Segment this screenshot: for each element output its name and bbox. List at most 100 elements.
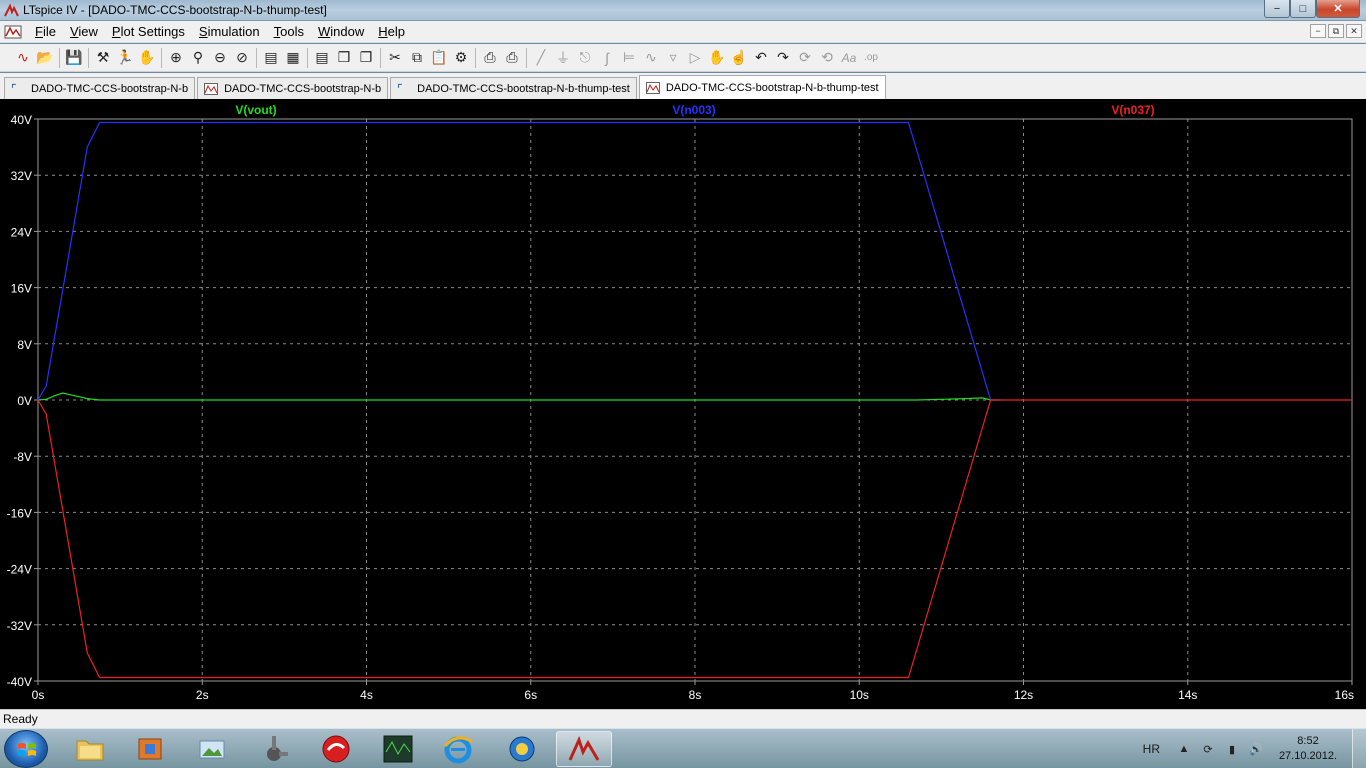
minimize-button[interactable]: − bbox=[1264, 0, 1290, 18]
app-taskbar-button-5[interactable] bbox=[370, 731, 426, 767]
halt-hand-icon[interactable]: ✋ bbox=[136, 47, 158, 69]
save-icon[interactable]: 💾 bbox=[63, 47, 85, 69]
print-preview-icon[interactable]: ⎙ bbox=[479, 47, 501, 69]
rotate-icon[interactable]: ⟳ bbox=[794, 47, 816, 69]
open-folder-icon[interactable]: 📂 bbox=[34, 47, 56, 69]
ltspice-icon bbox=[568, 735, 600, 761]
autorange-icon[interactable]: ▤ bbox=[260, 47, 282, 69]
app-taskbar-button-1[interactable] bbox=[122, 731, 178, 767]
volume-icon[interactable]: 🔊 bbox=[1248, 741, 1264, 757]
status-text: Ready bbox=[3, 712, 38, 726]
tab-label: DADO-TMC-CCS-bootstrap-N-b bbox=[224, 82, 382, 95]
app-taskbar-button-2[interactable] bbox=[184, 731, 240, 767]
undo-icon[interactable]: ↶ bbox=[750, 47, 772, 69]
tile-horizontal-icon[interactable]: ▤ bbox=[311, 47, 333, 69]
waveform-doc-icon[interactable] bbox=[4, 24, 22, 40]
mirror-icon[interactable]: ⟲ bbox=[816, 47, 838, 69]
y-tick-label: 40V bbox=[11, 113, 32, 127]
tab-schematic-1[interactable]: ⌜ DADO-TMC-CCS-bootstrap-N-b bbox=[4, 77, 196, 99]
label-icon[interactable]: ⎋ bbox=[574, 47, 596, 69]
cut-icon[interactable]: ✂ bbox=[384, 47, 406, 69]
tab-label: DADO-TMC-CCS-bootstrap-N-b-thump-test bbox=[417, 82, 630, 95]
close-button[interactable]: ✕ bbox=[1316, 0, 1360, 18]
move-hand-icon[interactable]: ✋ bbox=[706, 47, 728, 69]
tile-vertical-icon[interactable]: ❐ bbox=[355, 47, 377, 69]
toolbar-separator bbox=[256, 47, 257, 68]
start-button[interactable] bbox=[4, 730, 48, 768]
run-icon[interactable]: 🏃 bbox=[114, 47, 136, 69]
mdi-minimize-button[interactable]: − bbox=[1310, 24, 1326, 38]
x-tick-label: 0s bbox=[32, 688, 45, 702]
red-circle-app-icon bbox=[322, 735, 350, 763]
oscilloscope-icon bbox=[383, 735, 413, 763]
waveform-plot[interactable]: 40V 32V 24V 16V 8V 0V -8V -16V -24V -32V -40V 0s 2s 4… bbox=[0, 99, 1366, 709]
ground-icon[interactable]: ⏚ bbox=[552, 47, 574, 69]
app-taskbar-button-6[interactable] bbox=[494, 731, 550, 767]
app-taskbar-button-3[interactable] bbox=[246, 731, 302, 767]
show-desktop-button[interactable] bbox=[1352, 729, 1366, 768]
legend-label: V(n037) bbox=[1111, 103, 1154, 117]
mdi-close-button[interactable]: ✕ bbox=[1346, 24, 1362, 38]
y-tick-label: 0V bbox=[17, 394, 32, 408]
resistor-icon[interactable]: ∫ bbox=[596, 47, 618, 69]
zoom-out-icon[interactable]: ⊖ bbox=[209, 47, 231, 69]
new-schematic-icon[interactable]: ∿ bbox=[12, 47, 34, 69]
app-taskbar-button-4[interactable] bbox=[308, 731, 364, 767]
tab-waveform-2[interactable]: DADO-TMC-CCS-bootstrap-N-b-thump-test bbox=[638, 75, 886, 99]
y-tick-label: -24V bbox=[7, 563, 32, 577]
x-tick-label: 16s bbox=[1335, 688, 1354, 702]
paste-icon[interactable]: 📋 bbox=[428, 47, 450, 69]
ltspice-taskbar-button[interactable] bbox=[556, 731, 612, 767]
menu-window[interactable]: Window bbox=[311, 24, 371, 39]
menu-view[interactable]: View bbox=[63, 24, 105, 39]
maximize-button[interactable]: □ bbox=[1290, 0, 1316, 18]
inductor-icon[interactable]: ∿ bbox=[640, 47, 662, 69]
waveform-chart[interactable]: 40V 32V 24V 16V 8V 0V -8V -16V -24V -32V -40V0s 2s 4… bbox=[0, 99, 1366, 709]
show-hidden-icons-icon[interactable]: ▲ bbox=[1176, 741, 1192, 757]
language-indicator[interactable]: HR bbox=[1143, 742, 1160, 756]
menu-file[interactable]: File bbox=[28, 24, 63, 39]
y-tick-label: -16V bbox=[7, 506, 32, 520]
menu-tools[interactable]: Tools bbox=[267, 24, 311, 39]
cascade-icon[interactable]: ❒ bbox=[333, 47, 355, 69]
zoom-pan-icon[interactable]: ⚲ bbox=[187, 47, 209, 69]
print-icon[interactable]: ⎙ bbox=[501, 47, 523, 69]
zoom-fit-icon[interactable]: ⊘ bbox=[231, 47, 253, 69]
spice-directive-icon[interactable]: .op bbox=[860, 47, 882, 69]
system-tray: HR ▲ ⟳ ▮ 🔊 8:52 27.10.2012. bbox=[1143, 729, 1366, 768]
tab-schematic-2[interactable]: ⌜ DADO-TMC-CCS-bootstrap-N-b-thump-test bbox=[390, 77, 637, 99]
menu-help[interactable]: Help bbox=[371, 24, 412, 39]
explorer-taskbar-button[interactable] bbox=[62, 731, 118, 767]
drag-hand-icon[interactable]: ☝ bbox=[728, 47, 750, 69]
cursor-icon[interactable]: ▦ bbox=[282, 47, 304, 69]
diode-icon[interactable]: ▿ bbox=[662, 47, 684, 69]
wire-icon[interactable]: ╱ bbox=[530, 47, 552, 69]
sync-icon[interactable]: ⟳ bbox=[1200, 741, 1216, 757]
capacitor-icon[interactable]: ⊨ bbox=[618, 47, 640, 69]
component-icon[interactable]: ▷ bbox=[684, 47, 706, 69]
tab-waveform-1[interactable]: DADO-TMC-CCS-bootstrap-N-b bbox=[197, 77, 389, 99]
window-title: LTspice IV - [DADO-TMC-CCS-bootstrap-N-b… bbox=[23, 3, 327, 17]
window-titlebar[interactable]: LTspice IV - [DADO-TMC-CCS-bootstrap-N-b… bbox=[0, 0, 1366, 21]
status-bar: Ready bbox=[0, 709, 1366, 728]
zoom-in-icon[interactable]: ⊕ bbox=[165, 47, 187, 69]
package-icon bbox=[138, 738, 162, 760]
text-icon[interactable]: Aa bbox=[838, 47, 860, 69]
control-panel-icon[interactable]: ⚒ bbox=[92, 47, 114, 69]
find-icon[interactable]: ⚙ bbox=[450, 47, 472, 69]
clock[interactable]: 8:52 27.10.2012. bbox=[1272, 734, 1344, 764]
copy-icon[interactable]: ⧉ bbox=[406, 47, 428, 69]
internet-explorer-taskbar-button[interactable] bbox=[430, 731, 486, 767]
schematic-icon: ⌜ bbox=[11, 81, 17, 96]
menu-simulation[interactable]: Simulation bbox=[192, 24, 267, 39]
x-tick-label: 14s bbox=[1178, 688, 1197, 702]
y-tick-label: -8V bbox=[13, 450, 32, 464]
y-tick-label: 16V bbox=[11, 282, 32, 296]
x-tick-label: 12s bbox=[1014, 688, 1033, 702]
menu-plot-settings[interactable]: Plot Settings bbox=[105, 24, 192, 39]
network-icon[interactable]: ▮ bbox=[1224, 741, 1240, 757]
internet-explorer-icon bbox=[443, 736, 473, 764]
y-tick-label: 32V bbox=[11, 169, 32, 183]
redo-icon[interactable]: ↷ bbox=[772, 47, 794, 69]
mdi-restore-button[interactable]: ⧉ bbox=[1328, 24, 1344, 38]
